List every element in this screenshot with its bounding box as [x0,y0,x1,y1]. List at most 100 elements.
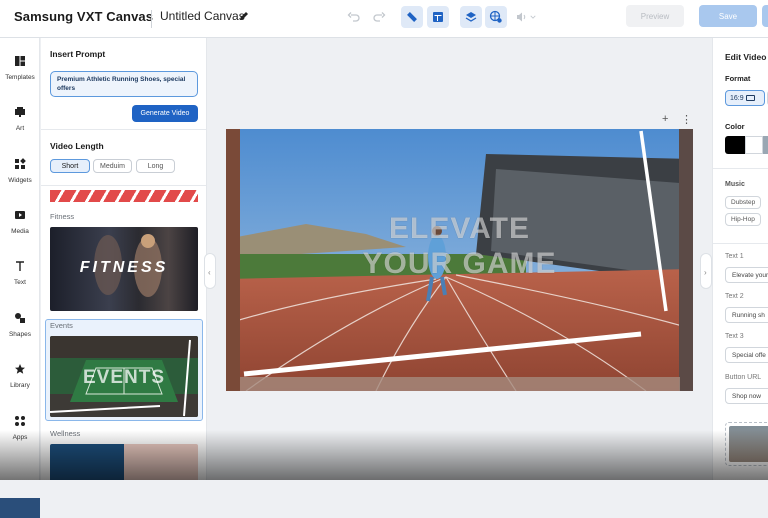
rail-item-widgets[interactable]: Widgets [0,158,40,184]
volume-icon [517,12,526,22]
rail-label: Text [14,279,26,286]
category-label-events: Events [50,321,73,330]
save-button[interactable]: Save [699,5,757,27]
overlay-line-2: YOUR GAME [362,247,557,280]
more-options-button[interactable] [762,5,768,27]
rail-item-apps[interactable]: Apps [0,415,40,441]
text1-label: Text 1 [725,253,744,260]
layout-tool-button[interactable] [427,6,449,28]
template-thumbnail-partial[interactable] [50,190,198,202]
layers-icon [465,12,477,22]
template-thumbnail-wellness[interactable] [50,444,198,480]
divider [41,129,206,130]
category-label-fitness: Fitness [50,212,75,221]
aspect-icon [745,95,755,102]
text2-field[interactable]: Running sh [725,307,768,323]
thumbnail-text: FITNESS [79,259,169,276]
redo-button[interactable] [368,6,390,28]
apps-icon [15,416,25,426]
rail-label: Templates [5,74,35,81]
music-option-dubstep[interactable]: Dubstep [725,196,762,209]
text1-field[interactable]: Elevate your [725,267,768,283]
rail-item-shapes[interactable]: Shapes [0,312,40,338]
length-short-button[interactable]: Short [50,159,90,173]
format-16-9-button[interactable]: 16:9 [725,90,765,106]
length-long-button[interactable]: Long [136,159,175,173]
video-canvas[interactable]: ELEVATE YOUR GAME [226,129,693,391]
divider [41,185,206,186]
media-icon [15,211,25,219]
top-bar: Samsung VXT Canvas Untitled Canvas Previ… [0,0,768,38]
music-option-hiphop[interactable]: Hip-Hop [725,213,761,226]
rail-item-text[interactable]: Text [0,260,40,286]
length-medium-button[interactable]: Meduim [93,159,132,173]
pencil-icon[interactable] [238,10,250,22]
library-icon [15,364,25,374]
insert-prompt-heading: Insert Prompt [50,49,106,59]
format-value: 16:9 [730,95,744,102]
rail-label: Media [11,228,29,235]
button-url-label: Button URL [725,374,762,381]
rail-footer [0,498,40,518]
rail-item-media[interactable]: Media [0,209,40,235]
divider [713,243,768,244]
generate-video-button[interactable]: Generate Video [132,105,198,122]
text-icon [16,261,24,271]
format-heading: Format [725,74,751,83]
text3-label: Text 3 [725,333,744,340]
thumbnail-text: EVENTS [82,367,166,388]
document-title[interactable]: Untitled Canvas [160,9,245,23]
shapes-icon [15,313,25,323]
rail-label: Widgets [8,177,32,184]
web-tool-button[interactable] [485,6,507,28]
rail-label: Art [15,125,25,132]
color-swatch-grey[interactable] [763,136,768,154]
undo-button[interactable] [343,6,365,28]
rail-item-art[interactable]: Art [0,106,40,132]
button-url-field[interactable]: Shop now [725,388,768,404]
layers-tool-button[interactable] [460,6,482,28]
edit-video-title: Edit Video [725,52,767,62]
templates-icon [15,56,25,66]
canvas-overlay-text[interactable]: ELEVATE YOUR GAME [226,211,693,281]
chevron-down-icon [530,15,536,19]
color-swatch-black[interactable] [725,136,745,154]
layout-icon [433,12,443,22]
color-heading: Color [725,122,745,131]
prompt-input[interactable]: Premium Athletic Running Shoes, special … [50,71,198,97]
overlay-line-1: ELEVATE [389,212,530,245]
edit-video-panel: Edit Video Format 16:9 Color Music Dubst… [712,38,768,480]
template-thumbnail-events[interactable]: EVENTS [50,336,198,417]
more-vertical-icon[interactable]: ⋮ [681,113,692,126]
collapse-right-panel-button[interactable]: › [700,253,712,289]
chevron-left-icon: ‹ [208,268,211,277]
rail-label: Apps [12,434,28,441]
rail-item-library[interactable]: Library [0,363,40,389]
collapse-left-panel-button[interactable]: ‹ [204,253,216,289]
category-label-wellness: Wellness [50,429,81,438]
templates-panel: Insert Prompt Premium Athletic Running S… [41,38,207,480]
title-divider [151,10,152,28]
rail-label: Shapes [8,331,32,338]
chevron-right-icon: › [704,268,707,277]
widgets-icon [15,158,26,169]
divider [713,168,768,169]
text2-label: Text 2 [725,293,744,300]
rail-item-templates[interactable]: Templates [0,55,40,81]
app-title: Samsung VXT Canvas [14,9,154,24]
art-icon [15,107,25,117]
add-scene-icon[interactable]: + [662,113,668,125]
template-thumbnail-fitness[interactable]: FITNESS [50,227,198,311]
video-length-heading: Video Length [50,141,104,151]
music-heading: Music [725,181,745,188]
left-rail: Templates Art Widgets Media Text Shapes … [0,38,40,518]
preview-button[interactable]: Preview [626,5,684,27]
globe-settings-icon [489,10,502,23]
volume-dropdown[interactable] [511,6,541,28]
undo-icon [347,12,360,22]
ruler-tool-button[interactable] [401,6,423,28]
text3-field[interactable]: Special offe [725,347,768,363]
color-swatch-white[interactable] [745,136,763,154]
rail-label: Library [10,382,30,389]
media-upload-thumbnail[interactable] [725,422,768,466]
